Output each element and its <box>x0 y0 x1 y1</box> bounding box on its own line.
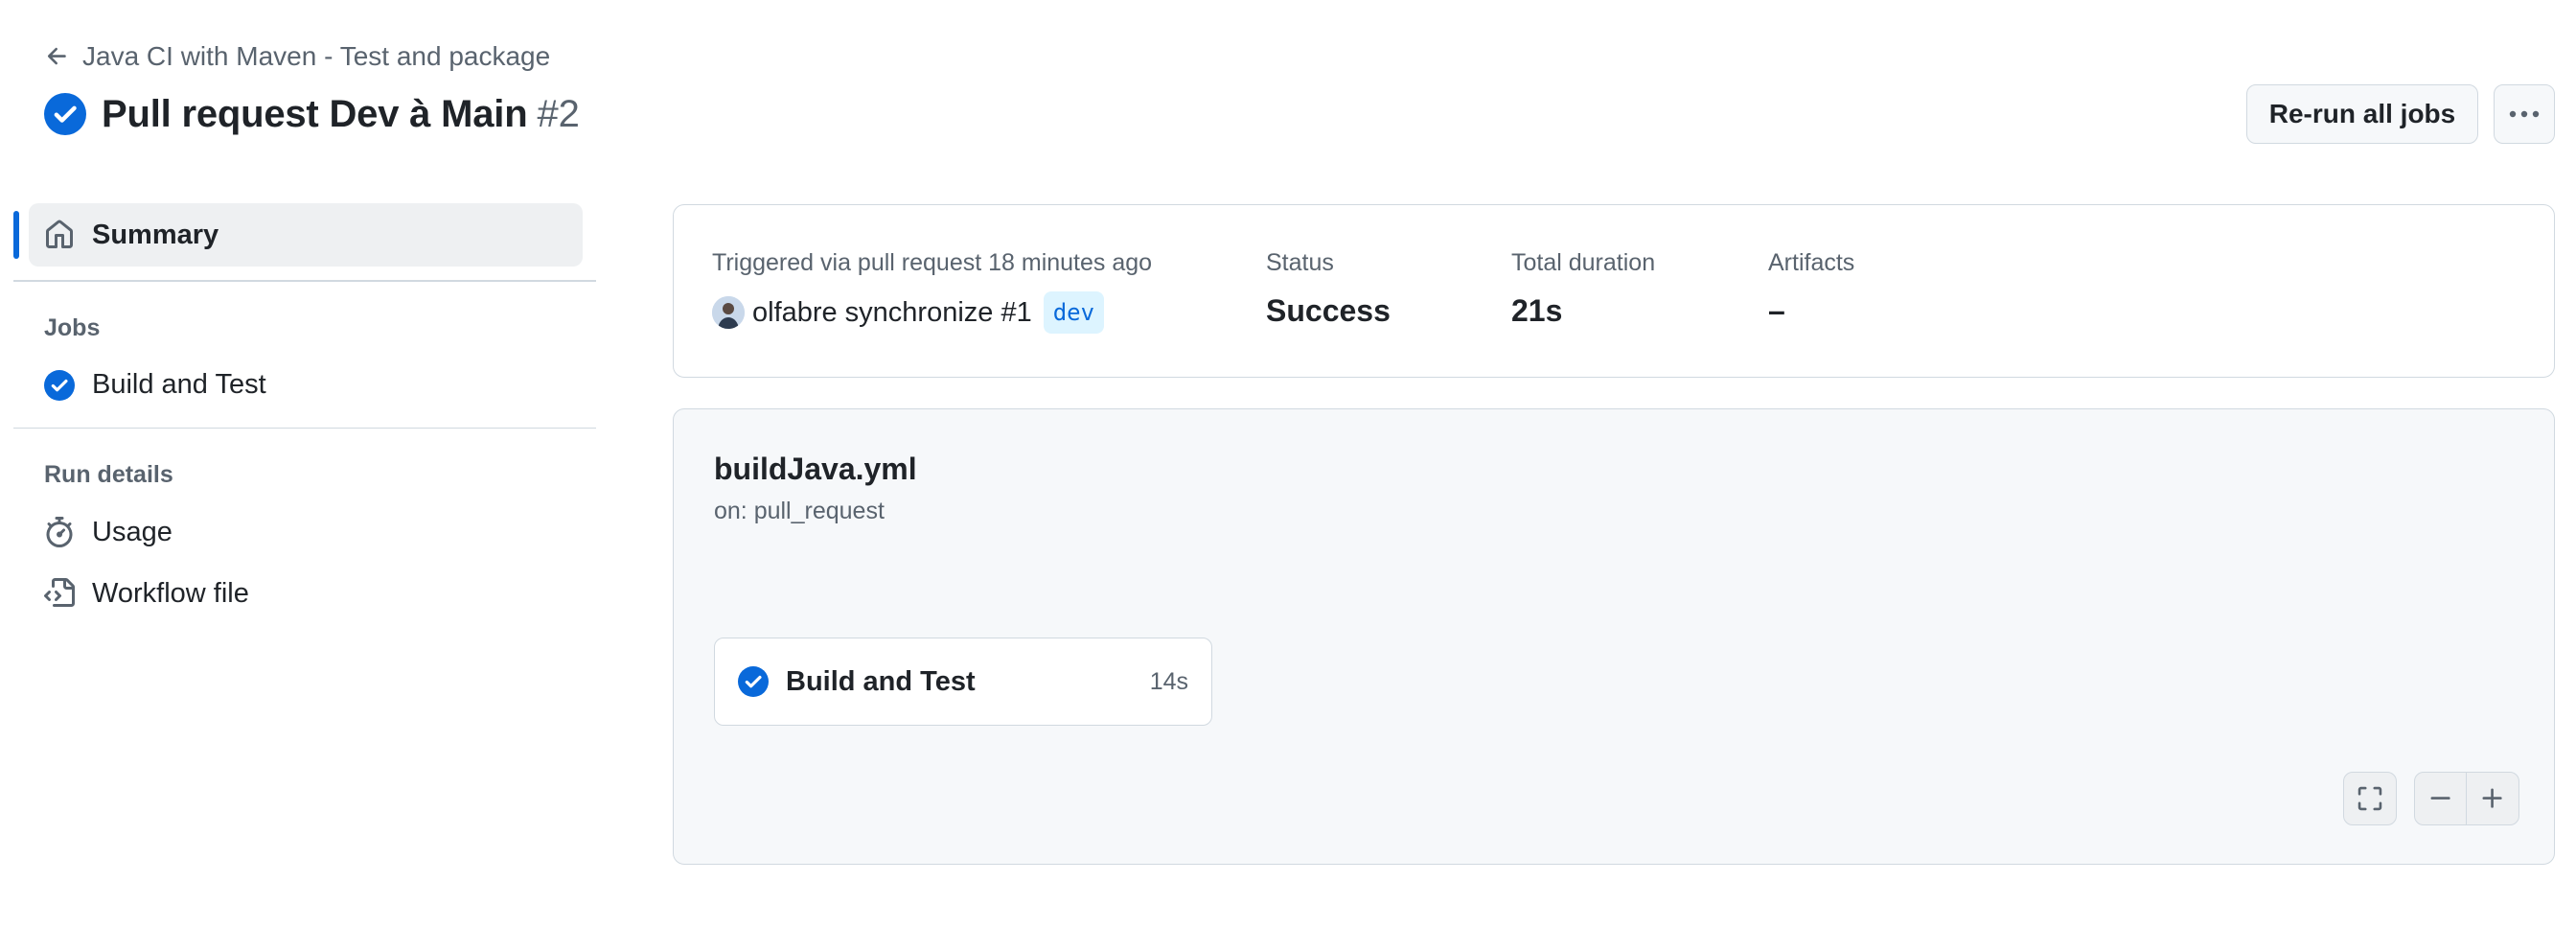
sidebar-job-label: Build and Test <box>92 369 266 400</box>
run-number: #2 <box>537 92 580 135</box>
dash-icon <box>2430 797 2450 800</box>
run-title: Pull request Dev à Main <box>102 92 528 135</box>
zoom-out-button[interactable] <box>2414 772 2468 825</box>
sidebar-item-job-build-and-test[interactable]: Build and Test <box>13 355 596 416</box>
status-value: Success <box>1266 293 1391 328</box>
workflow-graph-card: buildJava.yml on: pull_request Build and… <box>673 408 2555 865</box>
status-label: Status <box>1266 249 1334 276</box>
zoom-in-button[interactable] <box>2466 772 2519 825</box>
job-name: Build and Test <box>786 665 976 697</box>
sidebar-usage-label: Usage <box>92 516 172 547</box>
duration-value[interactable]: 21s <box>1511 291 1655 330</box>
trigger-text: Triggered via pull request 18 minutes ag… <box>712 249 1153 276</box>
stopwatch-icon <box>46 517 73 547</box>
more-options-button[interactable] <box>2494 84 2555 144</box>
sidebar-summary-label: Summary <box>92 219 219 250</box>
workflow-file-name[interactable]: buildJava.yml <box>714 452 917 487</box>
avatar[interactable] <box>712 296 745 329</box>
check-circle-icon <box>738 666 769 697</box>
status-info: Status Success <box>1266 247 1391 330</box>
back-link-label: Java CI with Maven - Test and package <box>82 41 551 71</box>
artifacts-label: Artifacts <box>1768 249 1855 276</box>
sidebar-item-usage[interactable]: Usage <box>13 501 596 563</box>
file-code-icon <box>44 578 75 607</box>
sidebar-divider <box>13 280 596 282</box>
kebab-horizontal-icon <box>2509 110 2540 118</box>
plus-icon <box>2482 788 2502 808</box>
duration-label: Total duration <box>1511 249 1656 276</box>
screen-full-icon <box>2358 786 2382 811</box>
duration-info: Total duration 21s <box>1511 247 1655 330</box>
back-to-workflow-link[interactable]: Java CI with Maven - Test and package <box>44 36 550 77</box>
trigger-info: Triggered via pull request 18 minutes ag… <box>712 247 1152 334</box>
arrow-left-icon <box>47 47 66 65</box>
actor-link[interactable]: olfabre <box>752 293 838 332</box>
sidebar-item-workflow-file[interactable]: Workflow file <box>13 563 596 624</box>
run-sidebar: Summary Jobs Build and Test Run details … <box>13 203 596 624</box>
artifacts-info: Artifacts – <box>1768 247 1854 330</box>
job-node-build-and-test[interactable]: Build and Test 14s <box>714 638 1212 726</box>
workflow-trigger: on: pull_request <box>714 498 885 524</box>
fullscreen-button[interactable] <box>2343 772 2397 825</box>
sidebar-divider <box>13 427 596 429</box>
sidebar-item-summary[interactable]: Summary <box>13 203 583 267</box>
run-summary-card: Triggered via pull request 18 minutes ag… <box>673 204 2555 378</box>
event-text: synchronize #1 <box>844 297 1032 328</box>
job-duration: 14s <box>1149 667 1188 695</box>
page-title: Pull request Dev à Main #2 <box>44 90 580 138</box>
run-details-heading: Run details <box>44 461 173 488</box>
check-circle-icon <box>44 369 75 401</box>
sidebar-workflow-file-label: Workflow file <box>92 577 249 609</box>
rerun-all-jobs-button[interactable]: Re-run all jobs <box>2246 84 2478 144</box>
check-circle-icon <box>44 93 86 135</box>
artifacts-value: – <box>1768 293 1785 328</box>
jobs-heading: Jobs <box>44 313 101 341</box>
branch-badge[interactable]: dev <box>1043 291 1105 334</box>
home-icon <box>46 220 73 248</box>
